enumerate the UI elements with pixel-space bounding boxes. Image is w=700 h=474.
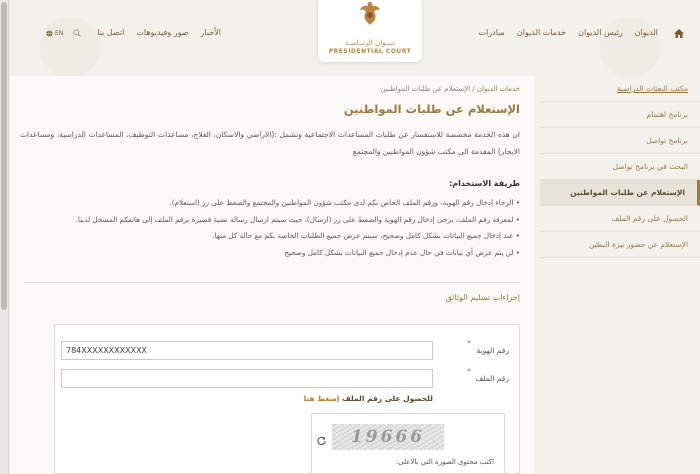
required-mark: * xyxy=(467,339,471,348)
breadcrumb-current: الإستعلام عن طلبات المواطنين xyxy=(380,85,471,93)
usage-heading: طريقة الاستخدام: xyxy=(449,179,520,188)
nav-item-media[interactable]: صور وفيديوهات xyxy=(130,22,194,44)
falcon-emblem-icon xyxy=(360,2,380,25)
captcha-container: 19666 اكتب محتوى الصورة التي بالاعلى: xyxy=(311,413,505,474)
id-number-input[interactable] xyxy=(61,341,433,360)
language-switch[interactable]: EN xyxy=(46,30,63,37)
services-sidebar: مكتب البعثات الدراسية برنامج اهتمام برنا… xyxy=(540,76,700,474)
nav-item-court-chairman[interactable]: رئيس الديوان xyxy=(572,22,629,44)
nav-item-news[interactable]: الأخبار xyxy=(195,22,227,44)
sidebar-item-file-number[interactable]: الحصول على رقم الملف xyxy=(540,206,700,232)
nav-left-group: الأخبار صور وفيديوهات اتصل بنا EN xyxy=(46,22,227,44)
captcha-image: 19666 xyxy=(332,424,444,450)
list-item: الرجاء إدخال رقم الهوية، ورقم الملف الخا… xyxy=(20,195,520,212)
sidebar-item-citizen-requests[interactable]: الإستعلام عن طلبات المواطنين xyxy=(540,180,700,206)
search-icon[interactable] xyxy=(73,29,82,37)
breadcrumb: خدمات الديوان / الإستعلام عن طلبات الموا… xyxy=(381,85,520,93)
home-icon[interactable] xyxy=(672,22,686,44)
nav-right-group: الديوان رئيس الديوان خدمات الديوان مبادر… xyxy=(473,22,686,44)
refresh-captcha-icon[interactable] xyxy=(317,430,326,449)
file-number-label: رقم الملف xyxy=(475,374,509,383)
file-number-input[interactable] xyxy=(61,369,433,388)
nav-item-court[interactable]: الديوان xyxy=(629,22,664,44)
sidebar-item-scholarships[interactable]: مكتب البعثات الدراسية xyxy=(540,76,700,102)
nav-item-court-services[interactable]: خدمات الديوان xyxy=(511,22,572,44)
nav-item-initiatives[interactable]: مبادرات xyxy=(473,22,511,44)
list-item: لن يتم عرض أي بيانات في حال عدم إدخال جم… xyxy=(20,245,520,262)
usage-instructions: الرجاء إدخال رقم الهوية، ورقم الملف الخا… xyxy=(20,195,520,261)
hint-text: للحصول على رقم الملف xyxy=(341,394,433,403)
list-item: لمعرفة رقم الملف، يرجى إدخال رقم الهوية … xyxy=(20,212,520,229)
logo-arabic-text: ديــوان الرئــاسـة xyxy=(345,39,395,47)
inquiry-form: * رقم الهوية * رقم الملف للحصول على رقم … xyxy=(54,324,520,474)
globe-icon xyxy=(46,29,53,37)
presidential-court-logo[interactable]: ديــوان الرئــاسـة PRESIDENTIAL COURT xyxy=(318,0,422,62)
sidebar-item-tawasol-search[interactable]: البحث في برنامج تواصل xyxy=(540,154,700,180)
logo-english-text: PRESIDENTIAL COURT xyxy=(328,48,412,55)
page-scrollbar[interactable] xyxy=(0,0,9,474)
main-content: خدمات الديوان / الإستعلام عن طلبات الموا… xyxy=(10,76,534,474)
sidebar-item-ehtimam[interactable]: برنامج اهتمام xyxy=(540,102,700,128)
breadcrumb-parent[interactable]: خدمات الديوان xyxy=(477,85,520,93)
section-divider xyxy=(24,282,520,283)
scrollbar-thumb[interactable] xyxy=(1,2,7,310)
file-number-hint: للحصول على رقم الملف إضغط هنا xyxy=(304,394,433,403)
captcha-instruction-label: اكتب محتوى الصورة التي بالاعلى: xyxy=(395,458,494,466)
list-item: عند إدخال جميع البيانات بشكل كامل وصحيح،… xyxy=(20,228,520,245)
service-intro: ان هذه الخدمة مخصصة للاستفسار عن طلبات ا… xyxy=(20,130,520,156)
documents-procedure-link[interactable]: إجراءات تسليم الوثائق xyxy=(445,293,520,302)
required-mark: * xyxy=(467,367,471,376)
sidebar-item-tawasol[interactable]: برنامج تواصل xyxy=(540,128,700,154)
page-title: الإستعلام عن طلبات المواطنين xyxy=(343,102,520,116)
id-number-label: رقم الهوية xyxy=(476,346,509,355)
sidebar-item-bateen-attendance[interactable]: الإستعلام عن حضور بيزة البطين xyxy=(540,232,700,258)
language-label: EN xyxy=(55,29,64,37)
breadcrumb-separator: / xyxy=(472,85,475,93)
click-here-link[interactable]: إضغط هنا xyxy=(304,394,340,403)
nav-item-contact[interactable]: اتصل بنا xyxy=(91,22,130,44)
